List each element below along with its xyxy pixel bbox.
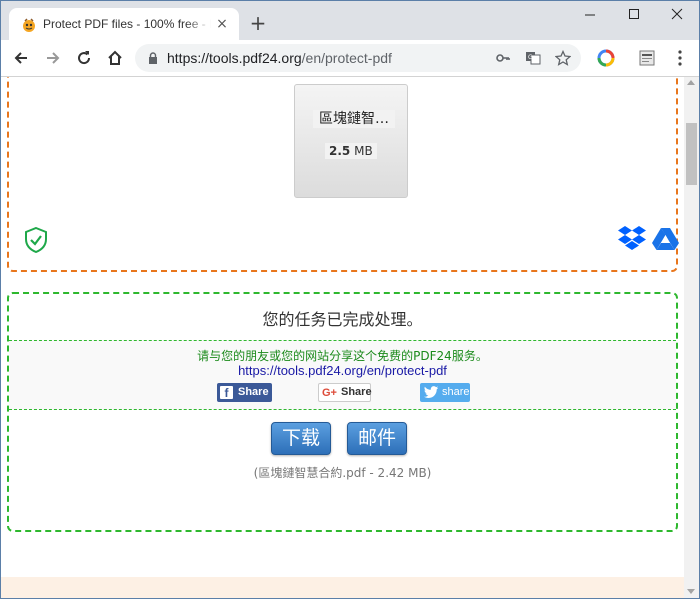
twitter-share-label: share xyxy=(442,386,470,398)
address-bar[interactable]: https://tools.pdf24.org/en/protect-pdf G xyxy=(135,44,581,72)
scroll-down-arrow-icon[interactable] xyxy=(687,589,695,594)
minimize-button[interactable] xyxy=(575,5,605,25)
upload-area[interactable]: 區塊鏈智慧合約.pdf 2.5 MB xyxy=(7,77,679,272)
result-file-info: (區塊鏈智慧合約.pdf - 2.42 MB) xyxy=(253,466,432,480)
google-plus-share-label: Share xyxy=(341,386,372,398)
email-button[interactable]: 邮件 xyxy=(347,422,407,455)
menu-icon[interactable] xyxy=(671,49,689,67)
tab-close-icon[interactable]: × xyxy=(215,17,229,31)
facebook-share-label: Share xyxy=(238,386,269,398)
close-window-button[interactable] xyxy=(662,5,692,25)
dropbox-icon[interactable] xyxy=(618,225,646,251)
twitter-bird-icon xyxy=(424,386,438,398)
tab-strip: Protect PDF files - 100% free - PDF24 × … xyxy=(1,1,699,40)
pdf-extension-icon[interactable] xyxy=(638,49,656,67)
google-plus-share-button[interactable]: G+ Share xyxy=(318,383,372,402)
google-drive-icon[interactable] xyxy=(652,227,679,251)
browser-tab[interactable]: Protect PDF files - 100% free - PDF24 × xyxy=(9,8,239,40)
maximize-button[interactable] xyxy=(619,5,649,25)
task-complete-message: 您的任务已完成处理。 xyxy=(262,310,423,329)
svg-text:G: G xyxy=(528,54,533,61)
google-plus-icon: G+ xyxy=(322,387,337,399)
close-icon xyxy=(671,8,683,20)
file-card[interactable]: 區塊鏈智慧合約.pdf 2.5 MB xyxy=(294,84,408,198)
result-panel: 您的任务已完成处理。 请与您的朋友或您的网站分享这个免费的PDF24服务。 ht… xyxy=(7,292,678,532)
file-name: 區塊鏈智慧合約.pdf xyxy=(313,110,395,128)
scroll-up-arrow-icon[interactable] xyxy=(687,80,695,85)
url-path: /en/protect-pdf xyxy=(301,50,392,66)
twitter-share-button[interactable]: share xyxy=(420,383,470,402)
url-domain: https://tools.pdf24.org xyxy=(167,50,302,66)
key-icon[interactable] xyxy=(495,50,511,66)
pdf24-favicon-icon xyxy=(23,18,35,32)
file-size-unit: MB xyxy=(354,144,373,158)
browser-window: Protect PDF files - 100% free - PDF24 × … xyxy=(0,0,700,599)
back-arrow-icon[interactable] xyxy=(11,48,31,68)
share-panel: 请与您的朋友或您的网站分享这个免费的PDF24服务。 https://tools… xyxy=(9,340,676,410)
reload-icon[interactable] xyxy=(74,48,94,68)
browser-toolbar: https://tools.pdf24.org/en/protect-pdf G xyxy=(1,40,699,77)
tab-title: Protect PDF files - 100% free - PDF24 xyxy=(43,17,211,31)
file-size: 2.5 MB xyxy=(325,143,377,159)
scroll-thumb[interactable] xyxy=(686,123,697,185)
translate-icon[interactable]: G xyxy=(525,50,541,66)
file-size-value: 2.5 xyxy=(329,144,351,158)
forward-arrow-icon[interactable] xyxy=(43,48,63,68)
star-icon[interactable] xyxy=(555,50,571,66)
page-content: 區塊鏈智慧合約.pdf 2.5 MB 您的任务已完成处理。 请与您的朋友或您的网… xyxy=(1,77,684,598)
minimize-icon xyxy=(585,14,595,16)
bottom-section xyxy=(1,577,684,598)
facebook-icon: f xyxy=(220,386,233,400)
new-tab-button[interactable]: + xyxy=(249,13,267,33)
shield-icon xyxy=(25,227,47,253)
lock-icon xyxy=(149,52,157,64)
facebook-share-button[interactable]: f Share xyxy=(217,383,272,402)
maximize-icon xyxy=(629,9,639,19)
extension-icon[interactable] xyxy=(597,49,615,67)
vertical-scrollbar[interactable] xyxy=(684,77,699,598)
share-message: 请与您的朋友或您的网站分享这个免费的PDF24服务。 xyxy=(197,349,488,363)
url-text: https://tools.pdf24.org/en/protect-pdf xyxy=(167,50,392,66)
share-url-link[interactable]: https://tools.pdf24.org/en/protect-pdf xyxy=(9,363,676,378)
home-icon[interactable] xyxy=(105,48,125,68)
download-button[interactable]: 下载 xyxy=(271,422,331,455)
